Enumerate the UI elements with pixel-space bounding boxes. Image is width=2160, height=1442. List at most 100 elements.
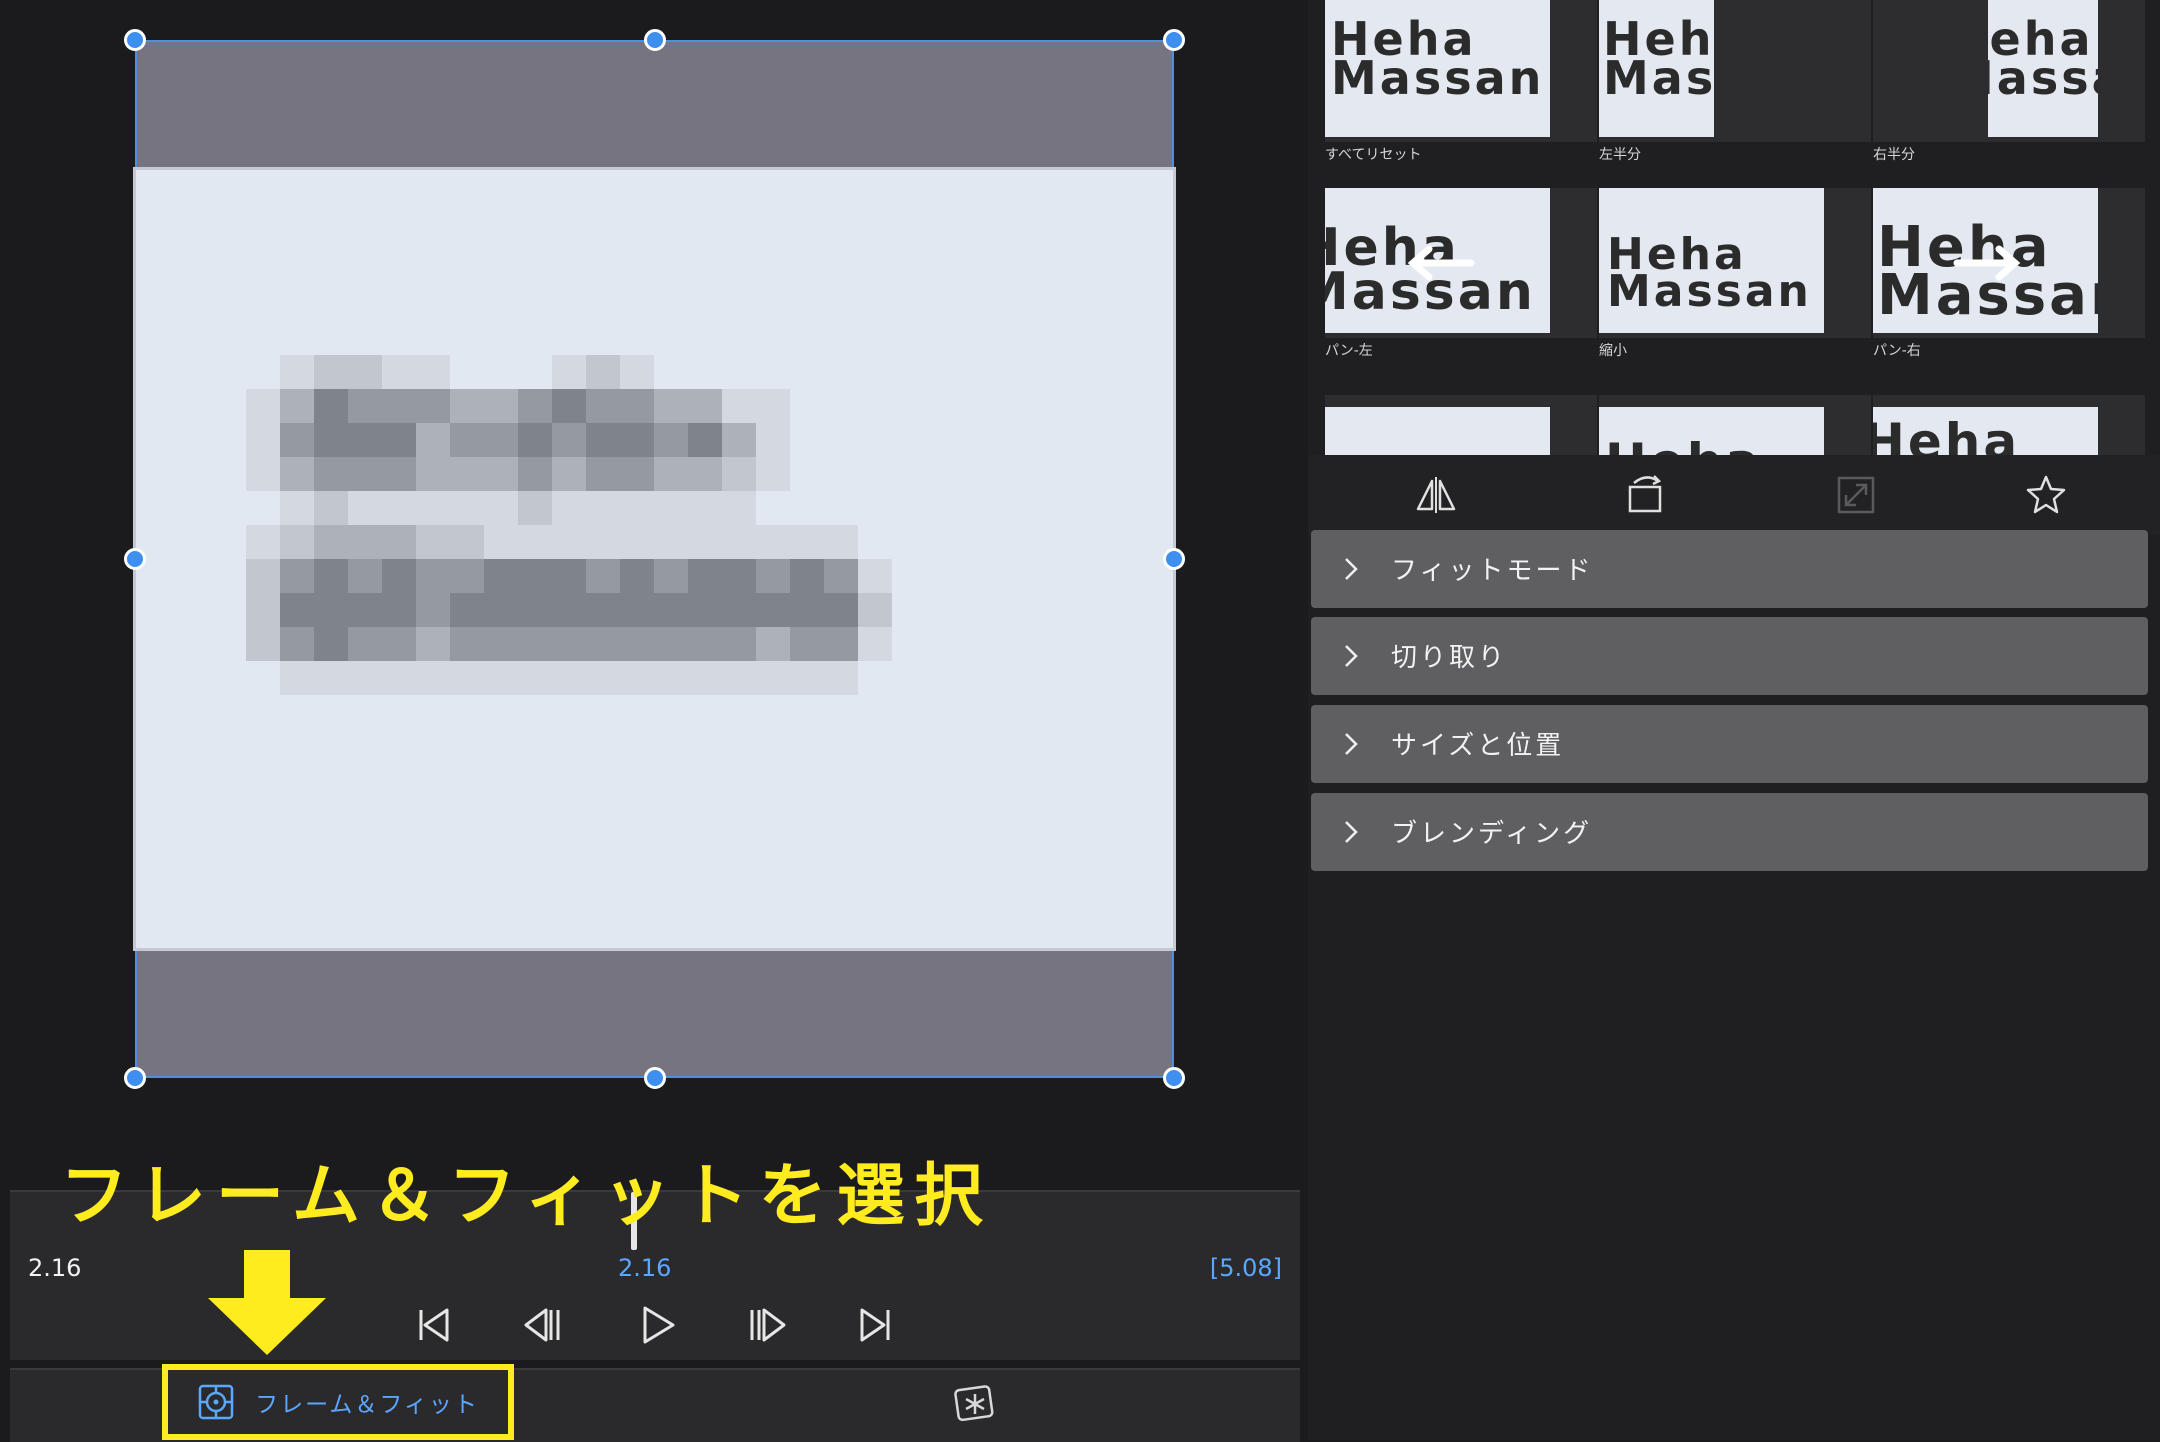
chevron-right-icon (1345, 733, 1358, 755)
blur-pixel (484, 627, 518, 661)
blur-pixel (620, 389, 654, 423)
blur-pixel (280, 389, 314, 423)
blur-pixel (756, 423, 790, 457)
blur-pixel (382, 559, 416, 593)
accordion-row[interactable]: 切り取り (1311, 617, 2148, 695)
resize-handle-right[interactable] (1163, 548, 1185, 570)
step-forward-icon[interactable] (744, 1302, 790, 1348)
preset-thumbnail: HehaMassan (1599, 0, 1871, 142)
resize-handle-top-left[interactable] (124, 29, 146, 51)
flip-icon[interactable] (1414, 473, 1458, 517)
blur-pixel (246, 525, 280, 559)
blur-pixel (620, 355, 654, 389)
blur-pixel (416, 627, 450, 661)
accordion-row[interactable]: ブレンディング (1311, 793, 2148, 871)
resize-handle-top-right[interactable] (1163, 29, 1185, 51)
blur-pixel (586, 525, 620, 559)
blur-pixel (688, 423, 722, 457)
step-back-icon[interactable] (520, 1302, 566, 1348)
preset-thumb-text: HehaMassan (1988, 16, 2098, 101)
blur-pixel (790, 559, 824, 593)
blur-pixel (552, 491, 586, 525)
effects-star-icon[interactable] (953, 1382, 997, 1426)
skip-to-start-icon[interactable] (411, 1302, 457, 1348)
blur-pixel (246, 593, 280, 627)
frame-target-icon (198, 1384, 234, 1420)
tab-frame-fit[interactable]: フレーム＆フィット (162, 1364, 514, 1440)
pixelated-text-blur (136, 170, 1173, 948)
blur-pixel (382, 525, 416, 559)
resize-handle-bottom-left[interactable] (124, 1067, 146, 1089)
blur-pixel (314, 355, 348, 389)
preset-item[interactable]: HehaMassan 左半分 (1599, 0, 1871, 186)
blur-pixel (518, 389, 552, 423)
blur-pixel (756, 661, 790, 695)
blur-pixel (722, 491, 756, 525)
blur-pixel (552, 423, 586, 457)
blur-pixel (688, 627, 722, 661)
blur-pixel (586, 559, 620, 593)
accordion-label: サイズと位置 (1391, 731, 1565, 761)
blur-pixel (620, 491, 654, 525)
blur-pixel (654, 661, 688, 695)
blur-pixel (552, 559, 586, 593)
preset-item[interactable]: Heha (1599, 395, 1871, 455)
preset-item[interactable]: Heha (1873, 395, 2145, 455)
preset-item[interactable]: HehaMassan 右半分 (1873, 0, 2145, 186)
blur-pixel (586, 491, 620, 525)
blur-pixel (722, 389, 756, 423)
clip-image[interactable] (133, 167, 1176, 951)
accordion-row[interactable]: サイズと位置 (1311, 705, 2148, 783)
blur-pixel (382, 457, 416, 491)
blur-pixel (518, 593, 552, 627)
fit-expand-icon[interactable] (1834, 473, 1878, 517)
blur-pixel (484, 457, 518, 491)
blur-pixel (824, 661, 858, 695)
blur-pixel (756, 389, 790, 423)
blur-pixel (348, 389, 382, 423)
blur-pixel (518, 627, 552, 661)
resize-handle-bottom[interactable] (644, 1067, 666, 1089)
play-icon[interactable] (635, 1302, 681, 1348)
blur-pixel (518, 423, 552, 457)
preset-item[interactable]: HehaMassan パン-右 (1873, 188, 2145, 382)
blur-pixel (280, 525, 314, 559)
preset-item[interactable]: HehaMassan パン-左 (1325, 188, 1597, 382)
blur-pixel (654, 491, 688, 525)
resize-handle-bottom-right[interactable] (1163, 1067, 1185, 1089)
preset-thumb-text: Heha (1605, 437, 1762, 455)
blur-pixel (450, 627, 484, 661)
skip-to-end-icon[interactable] (852, 1302, 898, 1348)
blur-pixel (382, 423, 416, 457)
resize-handle-top[interactable] (644, 29, 666, 51)
resize-handle-left[interactable] (124, 548, 146, 570)
preset-item[interactable] (1325, 395, 1597, 455)
preset-item[interactable]: Heha Massan すべてリセット (1325, 0, 1597, 186)
blur-pixel (620, 525, 654, 559)
blur-pixel (246, 559, 280, 593)
blur-pixel (382, 627, 416, 661)
blur-pixel (586, 389, 620, 423)
blur-pixel (416, 491, 450, 525)
preset-label: 右半分 (1873, 147, 1915, 163)
blur-pixel (246, 627, 280, 661)
blur-pixel (450, 525, 484, 559)
blur-pixel (246, 389, 280, 423)
blur-pixel (722, 423, 756, 457)
rotate-icon[interactable] (1624, 473, 1668, 517)
blur-pixel (382, 491, 416, 525)
blur-pixel (450, 661, 484, 695)
tab-frame-fit-label: フレーム＆フィット (255, 1392, 479, 1418)
blur-pixel (450, 423, 484, 457)
pan-left-arrow-icon (1407, 245, 1475, 281)
preset-item[interactable]: Heha Massan 縮小 (1599, 188, 1871, 382)
favorite-star-icon[interactable] (2024, 473, 2068, 517)
blur-pixel (348, 661, 382, 695)
blur-pixel (722, 457, 756, 491)
accordion-row[interactable]: フィットモード (1311, 530, 2148, 608)
blur-pixel (280, 593, 314, 627)
inspector-toolbar (1308, 455, 2160, 535)
preset-thumb-text: HehaMassan (1607, 232, 1812, 314)
blur-pixel (688, 593, 722, 627)
blur-pixel (416, 593, 450, 627)
